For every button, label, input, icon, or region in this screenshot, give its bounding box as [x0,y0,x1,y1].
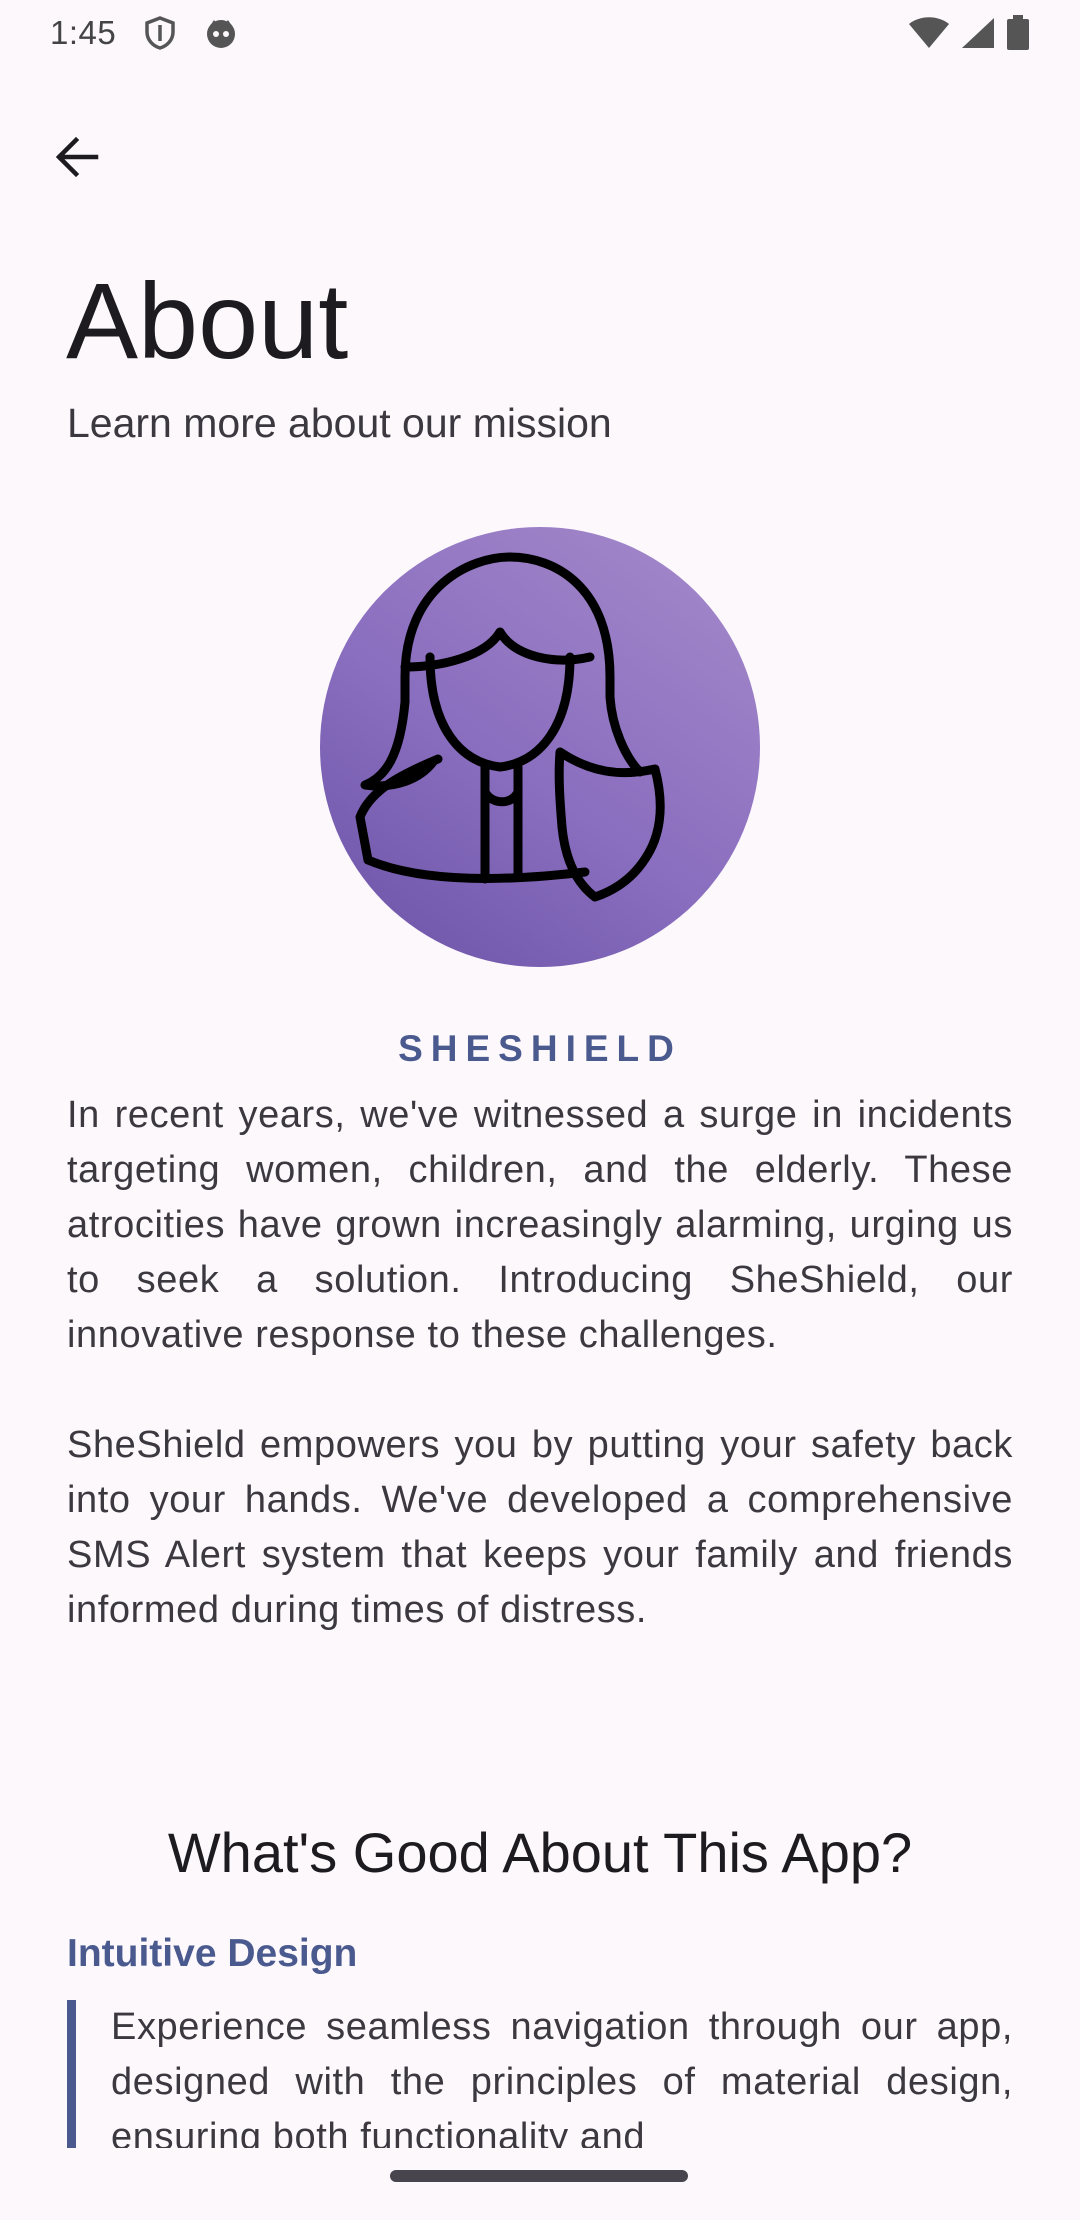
avatar [320,527,760,967]
feature-text: Experience seamless navigation through o… [111,2006,1013,2148]
signal-icon [960,16,996,50]
status-left: 1:45 [50,14,238,52]
woman-shield-icon [355,552,665,902]
about-content: In recent years, we've witnessed a surge… [67,1088,1013,1693]
page-title: About [66,260,349,381]
feature-accent-bar [67,2000,76,2148]
face-status-icon [204,16,238,50]
arrow-back-icon [55,136,99,178]
brand-name: SHESHIELD [398,1028,682,1069]
features-heading: What's Good About This App? [167,1821,913,1884]
about-screen: 1:45 About Learn more about our mission … [0,0,1080,2220]
page-subtitle: Learn more about our mission [67,400,612,446]
status-right [908,15,1030,51]
feature-body: Experience seamless navigation through o… [67,2000,1013,2148]
status-time: 1:45 [50,14,117,51]
status-bar: 1:45 [0,0,1080,66]
shield-status-icon [144,16,176,50]
feature-title: Intuitive Design [67,1932,358,1975]
wifi-icon [908,16,950,50]
battery-icon [1006,15,1030,51]
gesture-nav-handle[interactable] [390,2170,688,2182]
back-button[interactable] [44,124,110,190]
mission-paragraph: SheShield empowers you by putting your s… [67,1424,1013,1631]
intro-paragraph: In recent years, we've witnessed a surge… [67,1094,1013,1356]
